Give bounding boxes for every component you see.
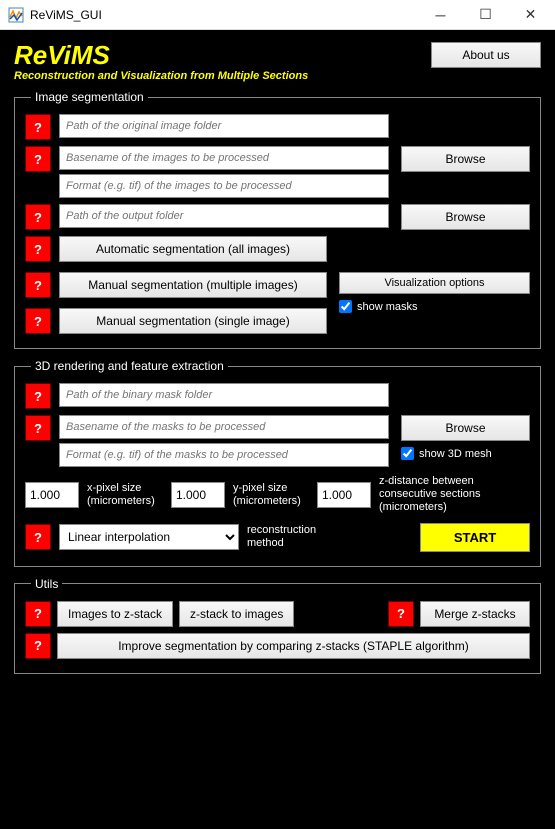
y-pixel-input[interactable] bbox=[171, 482, 225, 508]
x-pixel-input[interactable] bbox=[25, 482, 79, 508]
z-dist-label: z-distance between consecutive sections … bbox=[379, 475, 489, 515]
x-pixel-label: x-pixel size (micrometers) bbox=[87, 482, 163, 508]
y-pixel-label: y-pixel size (micrometers) bbox=[233, 482, 309, 508]
improve-segmentation-button[interactable]: Improve segmentation by comparing z-stac… bbox=[57, 633, 530, 659]
start-button[interactable]: START bbox=[420, 523, 530, 552]
help-icon[interactable]: ? bbox=[25, 633, 51, 659]
help-icon[interactable]: ? bbox=[25, 308, 51, 334]
help-icon[interactable]: ? bbox=[388, 601, 414, 627]
minimize-button[interactable]: ─ bbox=[418, 1, 463, 29]
show-3d-checkbox[interactable]: show 3D mesh bbox=[401, 447, 530, 460]
browse-button[interactable]: Browse bbox=[401, 146, 530, 172]
auto-segmentation-button[interactable]: Automatic segmentation (all images) bbox=[59, 236, 327, 262]
help-icon[interactable]: ? bbox=[25, 204, 51, 230]
app-subtitle: Reconstruction and Visualization from Mu… bbox=[14, 70, 431, 82]
app-icon bbox=[8, 7, 24, 23]
help-icon[interactable]: ? bbox=[25, 601, 51, 627]
help-icon[interactable]: ? bbox=[25, 114, 51, 140]
maximize-button[interactable]: ☐ bbox=[463, 1, 508, 29]
merge-zstacks-button[interactable]: Merge z-stacks bbox=[420, 601, 530, 627]
window-title: ReViMS_GUI bbox=[30, 8, 418, 22]
browse-button[interactable]: Browse bbox=[401, 204, 530, 230]
utils-legend: Utils bbox=[31, 577, 62, 591]
app-title: ReViMS bbox=[14, 42, 431, 68]
help-icon[interactable]: ? bbox=[25, 236, 51, 262]
help-icon[interactable]: ? bbox=[25, 272, 51, 298]
help-icon[interactable]: ? bbox=[25, 146, 51, 172]
help-icon[interactable]: ? bbox=[25, 415, 51, 441]
utils-group: Utils ? Images to z-stack z-stack to ima… bbox=[14, 577, 541, 674]
zstack-to-images-button[interactable]: z-stack to images bbox=[179, 601, 294, 627]
mask-path-input[interactable] bbox=[59, 383, 389, 407]
rendering-group: 3D rendering and feature extraction ? ? … bbox=[14, 359, 541, 567]
title-bar: ReViMS_GUI ─ ☐ ✕ bbox=[0, 0, 555, 30]
manual-multi-button[interactable]: Manual segmentation (multiple images) bbox=[59, 272, 327, 298]
help-icon[interactable]: ? bbox=[25, 524, 51, 550]
z-dist-input[interactable] bbox=[317, 482, 371, 508]
show-3d-input[interactable] bbox=[401, 447, 414, 460]
basename-input[interactable] bbox=[59, 146, 389, 170]
about-button[interactable]: About us bbox=[431, 42, 541, 68]
help-icon[interactable]: ? bbox=[25, 383, 51, 409]
manual-single-button[interactable]: Manual segmentation (single image) bbox=[59, 308, 327, 334]
render-legend: 3D rendering and feature extraction bbox=[31, 359, 228, 373]
mask-basename-input[interactable] bbox=[59, 415, 389, 439]
image-segmentation-group: Image segmentation ? ? Browse ? Browse bbox=[14, 90, 541, 349]
interpolation-select[interactable]: Linear interpolation bbox=[59, 524, 239, 550]
recon-method-label: reconstruction method bbox=[247, 524, 327, 550]
show-masks-checkbox[interactable]: show masks bbox=[339, 300, 530, 313]
mask-format-input[interactable] bbox=[59, 443, 389, 467]
browse-button[interactable]: Browse bbox=[401, 415, 530, 441]
output-path-input[interactable] bbox=[59, 204, 389, 228]
format-input[interactable] bbox=[59, 174, 389, 198]
close-button[interactable]: ✕ bbox=[508, 1, 553, 29]
visualization-options-button[interactable]: Visualization options bbox=[339, 272, 530, 294]
seg-legend: Image segmentation bbox=[31, 90, 148, 104]
images-to-zstack-button[interactable]: Images to z-stack bbox=[57, 601, 173, 627]
show-masks-input[interactable] bbox=[339, 300, 352, 313]
original-path-input[interactable] bbox=[59, 114, 389, 138]
